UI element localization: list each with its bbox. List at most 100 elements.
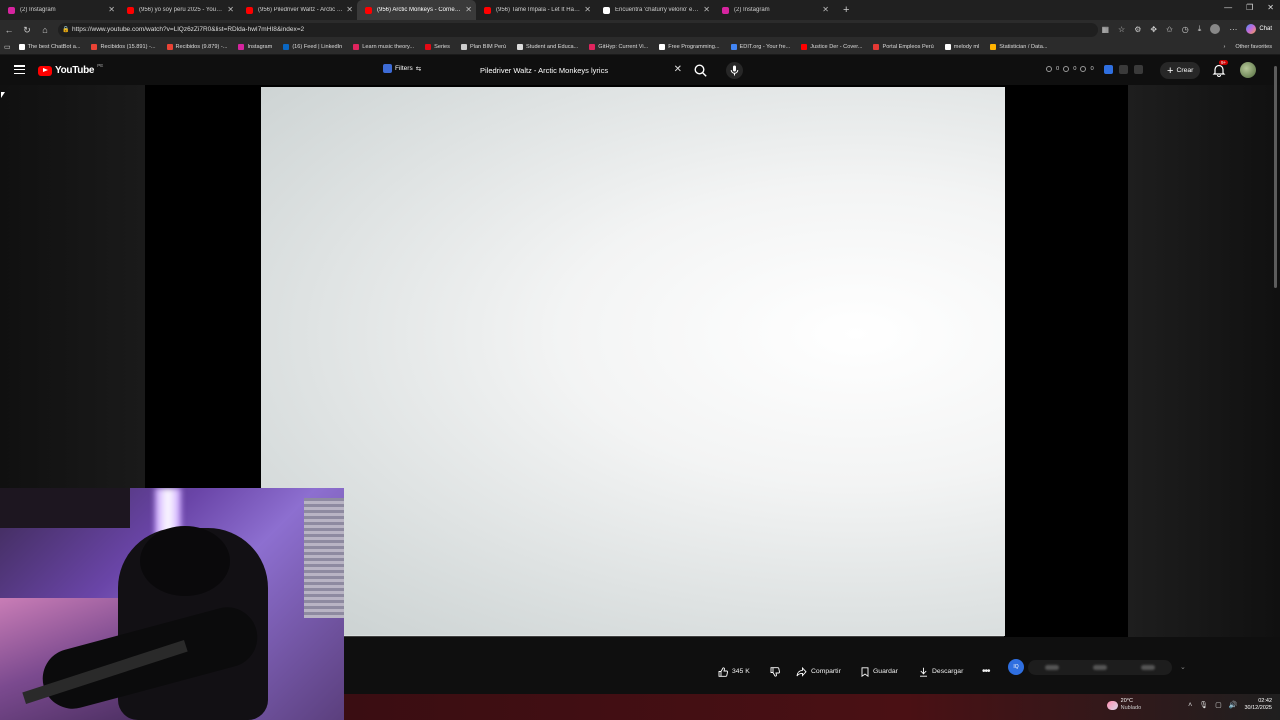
date: 30/12/2025 — [1244, 705, 1272, 711]
bookmark-item[interactable]: Series — [425, 44, 450, 50]
clear-search-icon[interactable]: ✕ — [674, 64, 682, 75]
lock-icon: 🔒 — [62, 27, 70, 33]
restore-icon[interactable]: ❐ — [1246, 3, 1253, 12]
bookmarks-sidebar-icon[interactable]: ▭ — [4, 43, 11, 51]
extension-icon[interactable] — [1104, 65, 1113, 74]
bookmark-item[interactable]: EDIT.org - Your fre... — [730, 44, 790, 50]
tab-title: Encuentra 'chaturry velorio' en Tik — [615, 7, 700, 13]
voice-search-button[interactable] — [726, 62, 743, 79]
account-avatar[interactable] — [1240, 62, 1256, 78]
browser-tab[interactable]: Encuentra 'chaturry velorio' en Tik ✕ — [595, 0, 714, 20]
bookmark-item[interactable]: Statistician / Data... — [990, 44, 1047, 50]
minimize-icon[interactable]: — — [1224, 3, 1232, 12]
other-favorites[interactable]: Other favorites — [1235, 44, 1272, 50]
bookmark-item[interactable]: Justice Der - Cover... — [801, 44, 862, 50]
new-tab-icon[interactable]: + — [843, 4, 849, 16]
chevron-right-icon[interactable]: › — [1223, 44, 1225, 50]
browser-tab[interactable]: (956) yo soy peru 2025 - YouTube ✕ — [119, 0, 238, 20]
close-tab-icon[interactable]: ✕ — [584, 6, 591, 14]
thumbs-down-icon — [770, 666, 780, 677]
ambient-glow-right — [1128, 85, 1280, 637]
weather-widget[interactable]: 20°C Nublado — [1106, 698, 1141, 712]
like-button[interactable]: 345 K — [712, 663, 756, 680]
extension-icon[interactable]: ⚙ — [1134, 25, 1141, 34]
extension-widget[interactable]: IQ — [1008, 659, 1024, 675]
browser-tab-active[interactable]: (956) Arctic Monkeys - Cornersto ✕ — [357, 0, 476, 20]
blurred-controls[interactable] — [1028, 660, 1172, 675]
tab-title: (2) Instagram — [734, 7, 770, 13]
close-tab-icon[interactable]: ✕ — [703, 6, 710, 14]
back-icon[interactable]: ← — [0, 25, 18, 35]
extension-counters[interactable]: 0 0 0 — [1046, 66, 1094, 72]
menu-icon[interactable] — [14, 65, 25, 74]
more-actions-icon[interactable]: ••• — [976, 663, 996, 680]
video-frame[interactable] — [261, 87, 1005, 636]
bookmark-item[interactable]: Learn music theory... — [353, 44, 414, 50]
bookmark-item[interactable]: Recibidos (9.879) -... — [166, 44, 227, 50]
close-tab-icon[interactable]: ✕ — [108, 6, 115, 14]
page-scrollbar-thumb[interactable] — [1274, 66, 1277, 288]
close-tab-icon[interactable]: ✕ — [227, 6, 234, 14]
search-button[interactable] — [693, 63, 708, 78]
bookmark-item[interactable]: Recibidos (15.891) -... — [91, 44, 156, 50]
browser-tab[interactable]: (2) Instagram ✕ — [714, 0, 833, 20]
close-tab-icon[interactable]: ✕ — [346, 6, 353, 14]
bookmark-item[interactable]: GitHyp: Current Vi... — [589, 44, 648, 50]
equalizer-icon[interactable] — [1119, 65, 1128, 74]
bookmark-label: Free Programming... — [668, 44, 720, 50]
browser-tab[interactable]: (956) Piledriver Waltz - Arctic Mon ✕ — [238, 0, 357, 20]
bookmark-item[interactable]: melody ml — [944, 44, 979, 50]
network-icon[interactable]: ▢ — [1215, 701, 1222, 709]
clock[interactable]: 02:42 30/12/2025 — [1244, 698, 1272, 712]
close-tab-icon[interactable]: ✕ — [465, 6, 472, 14]
copilot-icon — [1246, 24, 1257, 34]
create-button[interactable]: + Crear — [1160, 62, 1201, 79]
url-field[interactable]: 🔒 https://www.youtube.com/watch?v=LlQz6z… — [58, 23, 1098, 37]
tab-title: (956) Arctic Monkeys - Cornersto — [377, 7, 462, 13]
close-tab-icon[interactable]: ✕ — [822, 6, 829, 14]
bookmark-item[interactable]: Portal Empleos Perú — [873, 44, 934, 50]
tab-title: (2) Instagram — [20, 7, 56, 13]
volume-icon[interactable]: 🔊 — [1229, 701, 1238, 709]
download-button[interactable]: Descargar — [913, 663, 969, 680]
video-progress-bar[interactable] — [344, 635, 1004, 637]
extension-widget-label: IQ — [1013, 664, 1019, 670]
favorites-icon[interactable]: ✩ — [1166, 25, 1173, 34]
bookmark-item[interactable]: Student and Educa... — [517, 44, 578, 50]
cloud-icon — [1106, 700, 1118, 710]
dislike-button[interactable] — [764, 663, 786, 680]
home-icon[interactable]: ⌂ — [36, 25, 54, 35]
search-input[interactable]: Piledriver Waltz - Arctic Monkeys lyrics… — [472, 62, 688, 79]
bookmark-item[interactable]: Plan BIM Perú — [460, 44, 506, 50]
bookmark-item[interactable]: (16) Feed | LinkedIn — [283, 44, 342, 50]
chevron-down-icon[interactable]: ⌄ — [1180, 663, 1186, 671]
blurred-pill — [1141, 665, 1155, 670]
youtube-logo[interactable]: YouTube PE — [38, 63, 103, 76]
bookmark-favicon-icon — [944, 44, 951, 50]
close-window-icon[interactable]: ✕ — [1267, 3, 1274, 12]
download-icon[interactable]: ⤓ — [1198, 24, 1202, 34]
refresh-icon[interactable]: ↻ — [18, 25, 36, 36]
profile-avatar[interactable] — [1210, 24, 1221, 34]
youtube-icon — [801, 44, 808, 50]
app-available-icon[interactable]: ▦ — [1101, 25, 1109, 34]
more-menu-icon[interactable]: ⋯ — [1229, 25, 1237, 34]
filters-button[interactable]: Filters ⇆ — [383, 64, 421, 73]
copilot-chat-button[interactable]: Chat — [1246, 24, 1272, 34]
chevron-up-icon[interactable]: ˄ — [1188, 702, 1192, 709]
star-icon[interactable]: ☆ — [1118, 25, 1125, 34]
browser-tab[interactable]: (956) Tame Impala - Let It Happen ✕ — [476, 0, 595, 20]
bookmark-item[interactable]: Instagram — [238, 44, 272, 50]
history-icon[interactable]: ◷ — [1182, 25, 1189, 34]
save-button[interactable]: Guardar — [855, 663, 904, 680]
extensions-puzzle-icon[interactable]: ✥ — [1150, 25, 1157, 34]
share-label: Compartir — [811, 668, 841, 675]
browser-tab[interactable]: (2) Instagram ✕ — [0, 0, 119, 20]
trophy-icon[interactable] — [1134, 65, 1143, 74]
bookmark-item[interactable]: The best ChatBot a... — [18, 44, 80, 50]
microphone-icon[interactable]: 🎙 — [1199, 701, 1208, 709]
bookmark-item[interactable]: Free Programming... — [659, 44, 720, 50]
share-button[interactable]: Compartir — [790, 663, 847, 680]
save-label: Guardar — [873, 668, 898, 675]
notifications-button[interactable] — [1212, 63, 1226, 77]
